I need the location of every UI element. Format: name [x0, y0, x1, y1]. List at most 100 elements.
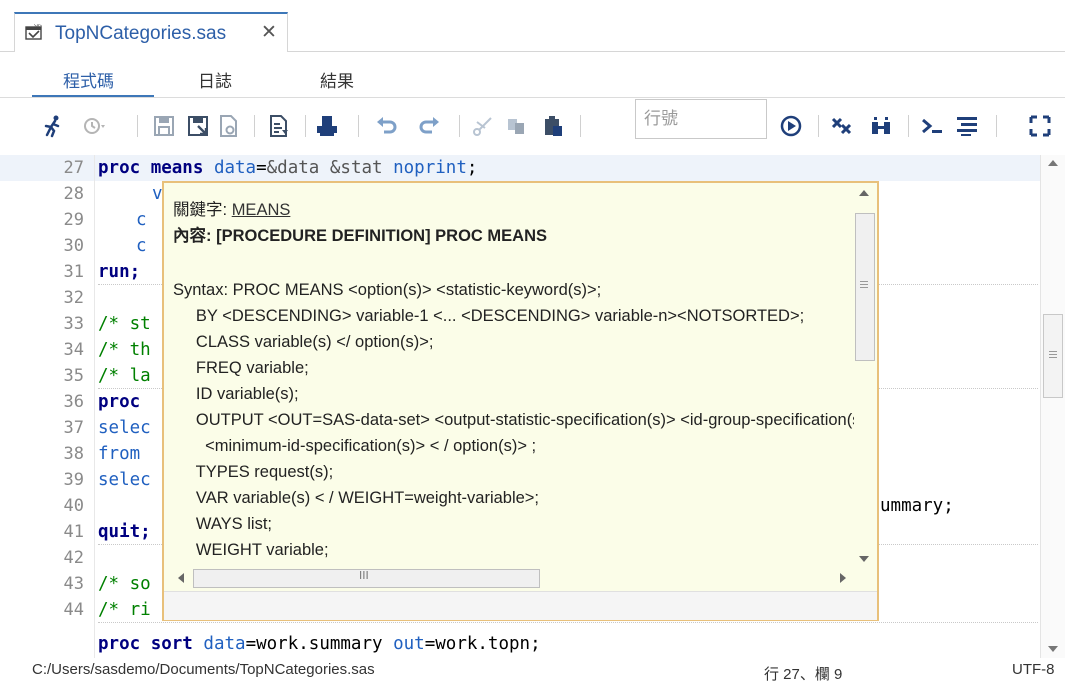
line-number: 42: [63, 548, 84, 568]
cut-icon[interactable]: [471, 114, 495, 138]
toolbar-separator: [305, 115, 306, 137]
scroll-up-arrow-icon[interactable]: [1048, 160, 1058, 166]
content-value: [PROCEDURE DEFINITION] PROC MEANS: [216, 227, 548, 245]
line-number: 27: [63, 158, 84, 178]
cursor-position: 行 27、欄 9: [764, 666, 843, 683]
code-dataset: work.topn: [435, 634, 531, 654]
keyword-link[interactable]: MEANS: [232, 201, 291, 219]
code-option: data: [203, 634, 246, 654]
help-hscrollbar-thumb[interactable]: III: [193, 569, 540, 588]
code-line: quit;: [98, 522, 151, 542]
file-tab-label: TopNCategories.sas: [55, 23, 227, 44]
syntax-line: <minimum-id-specification(s)> < / option…: [173, 437, 537, 455]
editor-vertical-scrollbar[interactable]: [1040, 155, 1065, 658]
save-as-icon[interactable]: [186, 114, 210, 138]
syntax-line: VAR variable(s) < / WEIGHT=weight-variab…: [173, 489, 540, 507]
code-line: from: [98, 444, 141, 464]
code-line: v: [152, 184, 163, 204]
step-boundary: [98, 622, 1038, 623]
code-comment: /* so: [98, 574, 151, 594]
scroll-down-arrow-icon[interactable]: [859, 555, 869, 563]
code-option: out: [393, 634, 425, 654]
split-icon[interactable]: [869, 114, 893, 138]
syntax-line: Syntax: PROC MEANS <option(s)> <statisti…: [173, 281, 602, 299]
help-content: 關鍵字: MEANS 內容: [PROCEDURE DEFINITION] PR…: [164, 183, 854, 568]
status-bar: C:/Users/sasdemo/Documents/TopNCategorie…: [0, 658, 1065, 683]
history-icon[interactable]: [82, 114, 106, 138]
scroll-left-arrow-icon[interactable]: [177, 573, 185, 583]
syntax-line: CLASS variable(s) </ option(s)>;: [173, 333, 434, 351]
line-number: 41: [63, 522, 84, 542]
line-number: 30: [63, 236, 84, 256]
go-icon[interactable]: [779, 114, 803, 138]
submit-selection-icon[interactable]: [920, 114, 944, 138]
grip-line: [860, 284, 868, 285]
help-scrollbar-thumb[interactable]: [855, 213, 875, 361]
print-icon[interactable]: [315, 114, 339, 138]
help-horizontal-scrollbar[interactable]: III: [171, 568, 854, 589]
syntax-line: OUTPUT <OUT=SAS-data-set> <output-statis…: [173, 411, 854, 429]
redo-icon[interactable]: [418, 114, 442, 138]
code-keyword: proc: [98, 158, 141, 178]
scroll-down-arrow-icon[interactable]: [1048, 646, 1058, 652]
scroll-right-arrow-icon[interactable]: [839, 573, 847, 583]
code-keyword: proc: [98, 634, 141, 654]
code-comment: /* la: [98, 366, 151, 386]
line-number: 34: [63, 340, 84, 360]
content-label: 內容:: [173, 227, 212, 245]
help-vertical-scrollbar[interactable]: [854, 185, 876, 568]
view-tabs: 程式碼 日誌 結果: [0, 60, 1065, 98]
grip-line: [1049, 357, 1057, 358]
code-comment: /* th: [98, 340, 151, 360]
close-tab-icon[interactable]: ✕: [261, 21, 277, 43]
line-number: 43: [63, 574, 84, 594]
line-number: 36: [63, 392, 84, 412]
syntax-line: ID variable(s);: [173, 385, 299, 403]
syntax-line: TYPES request(s);: [173, 463, 334, 481]
content-line: 內容: [PROCEDURE DEFINITION] PROC MEANS: [173, 223, 547, 249]
toolbar-separator: [358, 115, 359, 137]
save-icon[interactable]: [152, 114, 176, 138]
maximize-icon[interactable]: [1028, 114, 1052, 138]
subtabs-divider: [0, 97, 1065, 98]
format-code-icon[interactable]: [266, 114, 290, 138]
outline-icon[interactable]: [955, 114, 979, 138]
line-number: 28: [63, 184, 84, 204]
code-line: ummary;: [880, 496, 954, 516]
line-number: 33: [63, 314, 84, 334]
code-macro-var: &data: [266, 158, 320, 178]
paste-icon[interactable]: [541, 114, 565, 138]
line-number: 38: [63, 444, 84, 464]
run-icon[interactable]: [42, 114, 66, 138]
tab-code[interactable]: 程式碼: [63, 67, 114, 92]
line-number: 40: [63, 496, 84, 516]
line-number-input[interactable]: [635, 99, 767, 139]
tab-results[interactable]: 結果: [320, 67, 354, 92]
code-macro-var: &stat: [329, 158, 383, 178]
tab-log[interactable]: 日誌: [198, 67, 232, 92]
toolbar-separator: [459, 115, 460, 137]
file-tab[interactable]: SAS TopNCategories.sas ✕: [14, 12, 288, 52]
copy-icon[interactable]: [505, 114, 529, 138]
line-number-gutter: 27 28 29 30 31 32 33 34 35 36 37 38 39 4…: [0, 155, 94, 658]
code-terminator: ;: [530, 634, 541, 654]
clear-icon[interactable]: [830, 114, 854, 138]
code-comment: /* st: [98, 314, 151, 334]
code-line: run;: [98, 262, 141, 282]
line-number: 31: [63, 262, 84, 282]
toolbar-separator: [580, 115, 581, 137]
code-line: selec: [98, 418, 151, 438]
scrollbar-thumb[interactable]: [1043, 314, 1063, 398]
template-icon[interactable]: [216, 114, 240, 138]
sas-program-icon: SAS: [25, 24, 42, 40]
scroll-up-arrow-icon[interactable]: [859, 189, 869, 197]
keyword-help-popup[interactable]: 關鍵字: MEANS 內容: [PROCEDURE DEFINITION] PR…: [162, 181, 879, 621]
undo-icon[interactable]: [374, 114, 398, 138]
grip-line: [860, 281, 868, 282]
line-number: 32: [63, 288, 84, 308]
code-keyword: sort: [150, 634, 193, 654]
file-tab-bar: SAS TopNCategories.sas ✕: [0, 12, 1065, 52]
file-path: C:/Users/sasdemo/Documents/TopNCategorie…: [32, 661, 375, 678]
